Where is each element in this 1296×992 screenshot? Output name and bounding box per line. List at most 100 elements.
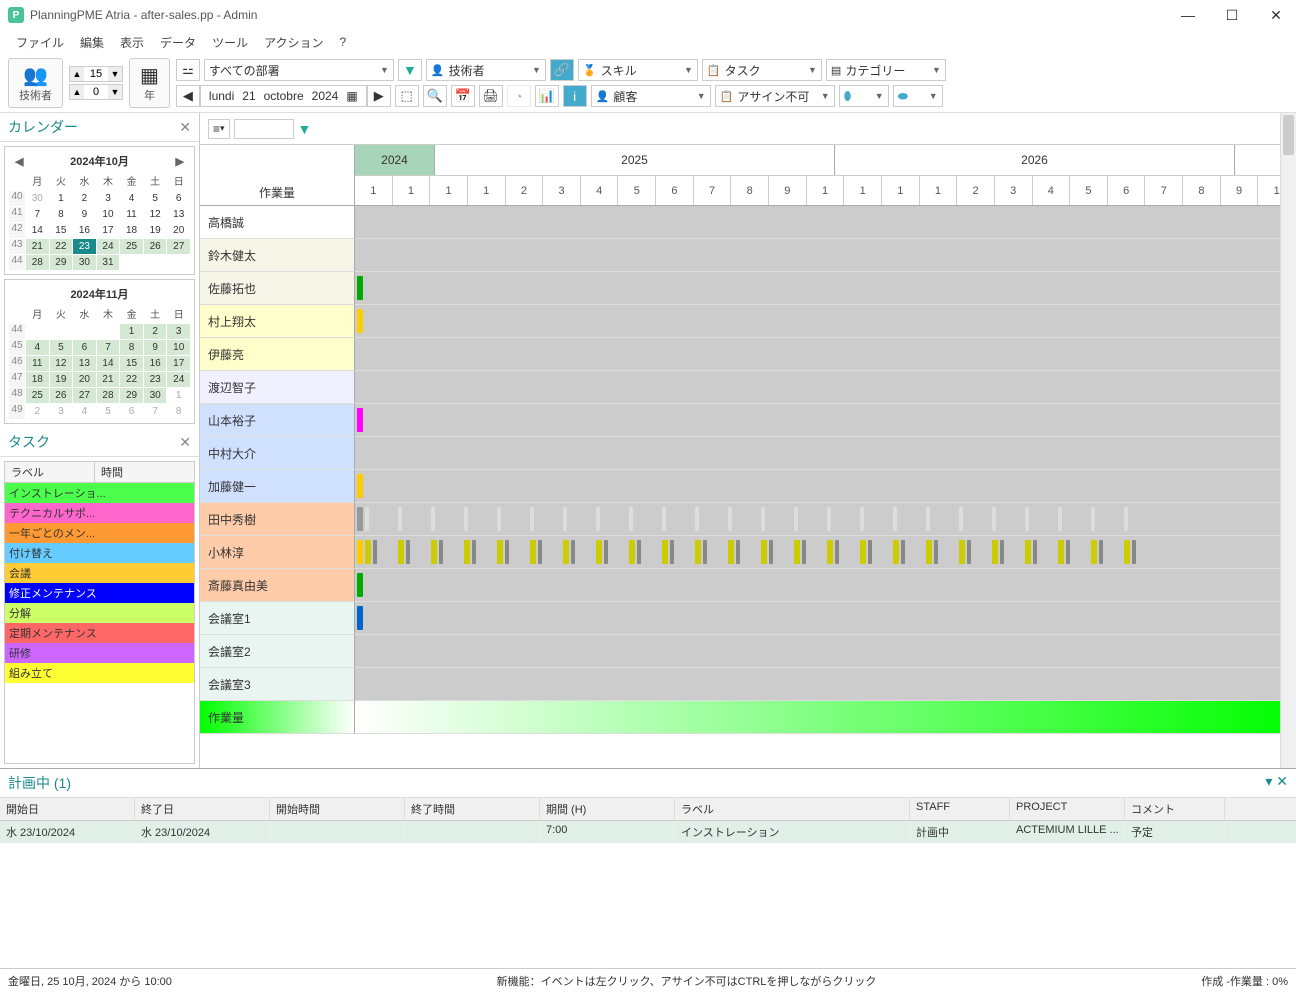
- timeline-row[interactable]: [355, 635, 1296, 668]
- cal-day[interactable]: 3: [167, 324, 190, 339]
- cal-day[interactable]: 8: [50, 207, 73, 222]
- timeline-row[interactable]: [355, 536, 1296, 569]
- task-bar[interactable]: [703, 540, 707, 564]
- task-bar[interactable]: [497, 540, 503, 564]
- resource-row[interactable]: 佐藤拓也: [200, 272, 355, 305]
- cal-day[interactable]: 11: [120, 207, 143, 222]
- timeline-row[interactable]: [355, 206, 1296, 239]
- cal-day[interactable]: 22: [120, 372, 143, 387]
- cal-day[interactable]: 14: [26, 223, 49, 238]
- menu-item-4[interactable]: ツール: [212, 34, 248, 51]
- skill-dropdown[interactable]: 🏅スキル▼: [578, 59, 698, 81]
- maximize-button[interactable]: ☐: [1220, 7, 1244, 24]
- task-bar[interactable]: [530, 507, 534, 531]
- grid-col-header[interactable]: STAFF: [910, 798, 1010, 820]
- cal-day[interactable]: 27: [73, 388, 96, 403]
- task-bar[interactable]: [365, 507, 369, 531]
- task-bar[interactable]: [406, 540, 410, 564]
- task-bar[interactable]: [1124, 540, 1130, 564]
- grid-row[interactable]: 水 23/10/2024水 23/10/20247:00インストレーション計画中…: [0, 821, 1296, 843]
- task-bar[interactable]: [357, 573, 363, 597]
- cal-day[interactable]: 7: [97, 340, 120, 355]
- cal-day[interactable]: 18: [26, 372, 49, 387]
- task-bar[interactable]: [637, 540, 641, 564]
- task-bar[interactable]: [959, 540, 965, 564]
- cal-day[interactable]: 5: [144, 191, 167, 206]
- task-bar[interactable]: [736, 540, 740, 564]
- task-bar[interactable]: [357, 540, 363, 564]
- task-bar[interactable]: [1124, 507, 1128, 531]
- cal-day[interactable]: 15: [120, 356, 143, 371]
- cal-next[interactable]: ▶: [172, 155, 188, 168]
- menu-item-2[interactable]: 表示: [120, 34, 144, 51]
- task-item[interactable]: インストレーショ...: [5, 483, 194, 503]
- cal-day[interactable]: [73, 324, 96, 339]
- cal-day[interactable]: 1: [120, 324, 143, 339]
- task-bar[interactable]: [901, 540, 905, 564]
- task-bar[interactable]: [497, 507, 501, 531]
- toggle-b-dropdown[interactable]: ⬬▼: [893, 85, 943, 107]
- cal-day[interactable]: 4: [73, 404, 96, 419]
- task-item[interactable]: 組み立て: [5, 663, 194, 683]
- cal-day[interactable]: 21: [26, 239, 49, 254]
- cal-day[interactable]: 9: [144, 340, 167, 355]
- chart-button[interactable]: ◔: [507, 85, 531, 107]
- cal-day[interactable]: 7: [144, 404, 167, 419]
- gantt-vertical-scrollbar[interactable]: [1280, 113, 1296, 768]
- cal-day[interactable]: 25: [120, 239, 143, 254]
- resource-row[interactable]: 加藤健一: [200, 470, 355, 503]
- task-bar[interactable]: [695, 540, 701, 564]
- task-bar[interactable]: [934, 540, 938, 564]
- task-bar[interactable]: [431, 540, 437, 564]
- task-panel-close[interactable]: ✕: [179, 434, 191, 451]
- timeline-row[interactable]: [355, 470, 1296, 503]
- task-bar[interactable]: [357, 606, 363, 630]
- cal-day[interactable]: 16: [73, 223, 96, 238]
- task-bar[interactable]: [538, 540, 542, 564]
- search-button[interactable]: 🔍: [423, 85, 447, 107]
- cal-day[interactable]: 9: [73, 207, 96, 222]
- task-bar[interactable]: [357, 408, 363, 432]
- cal-day[interactable]: 25: [26, 388, 49, 403]
- task-bar[interactable]: [794, 507, 798, 531]
- cal-day[interactable]: 3: [50, 404, 73, 419]
- cal-day[interactable]: [167, 255, 190, 270]
- task-bar[interactable]: [505, 540, 509, 564]
- cal-day[interactable]: 2: [144, 324, 167, 339]
- cal-day[interactable]: 21: [97, 372, 120, 387]
- resource-row[interactable]: 会議室3: [200, 668, 355, 701]
- task-item[interactable]: 分解: [5, 603, 194, 623]
- select-tool-button[interactable]: ⬚: [395, 85, 419, 107]
- cal-day[interactable]: 28: [97, 388, 120, 403]
- gantt-search-input[interactable]: [234, 119, 294, 139]
- task-bar[interactable]: [357, 474, 363, 498]
- cal-day[interactable]: 7: [26, 207, 49, 222]
- task-bar[interactable]: [1066, 540, 1070, 564]
- grid-col-header[interactable]: 期間 (H): [540, 798, 675, 820]
- task-bar[interactable]: [629, 507, 633, 531]
- task-item[interactable]: 付け替え: [5, 543, 194, 563]
- sort-button[interactable]: ≡ ▾: [208, 119, 230, 139]
- task-filter-dropdown[interactable]: 📋タスク▼: [702, 59, 822, 81]
- resource-row[interactable]: 鈴木健太: [200, 239, 355, 272]
- department-dropdown[interactable]: すべての部署▼: [204, 59, 394, 81]
- cal-day[interactable]: [50, 324, 73, 339]
- cal-day[interactable]: 22: [50, 239, 73, 254]
- cal-day[interactable]: 15: [50, 223, 73, 238]
- timeline-row[interactable]: [355, 239, 1296, 272]
- cal-day[interactable]: 3: [97, 191, 120, 206]
- close-button[interactable]: ✕: [1264, 7, 1288, 24]
- resource-row[interactable]: 会議室1: [200, 602, 355, 635]
- grid-col-header[interactable]: PROJECT: [1010, 798, 1125, 820]
- cal-day[interactable]: 1: [50, 191, 73, 206]
- task-bar[interactable]: [794, 540, 800, 564]
- toggle-a-dropdown[interactable]: ⬮▼: [839, 85, 889, 107]
- task-item[interactable]: 修正メンテナンス: [5, 583, 194, 603]
- task-bar[interactable]: [596, 507, 600, 531]
- cal-day[interactable]: 18: [120, 223, 143, 238]
- category-dropdown[interactable]: ▤カテゴリー▼: [826, 59, 946, 81]
- filter-icon-button[interactable]: ▼: [398, 59, 422, 81]
- cal-day[interactable]: 20: [73, 372, 96, 387]
- timeline-row[interactable]: [355, 602, 1296, 635]
- cal-day[interactable]: 8: [120, 340, 143, 355]
